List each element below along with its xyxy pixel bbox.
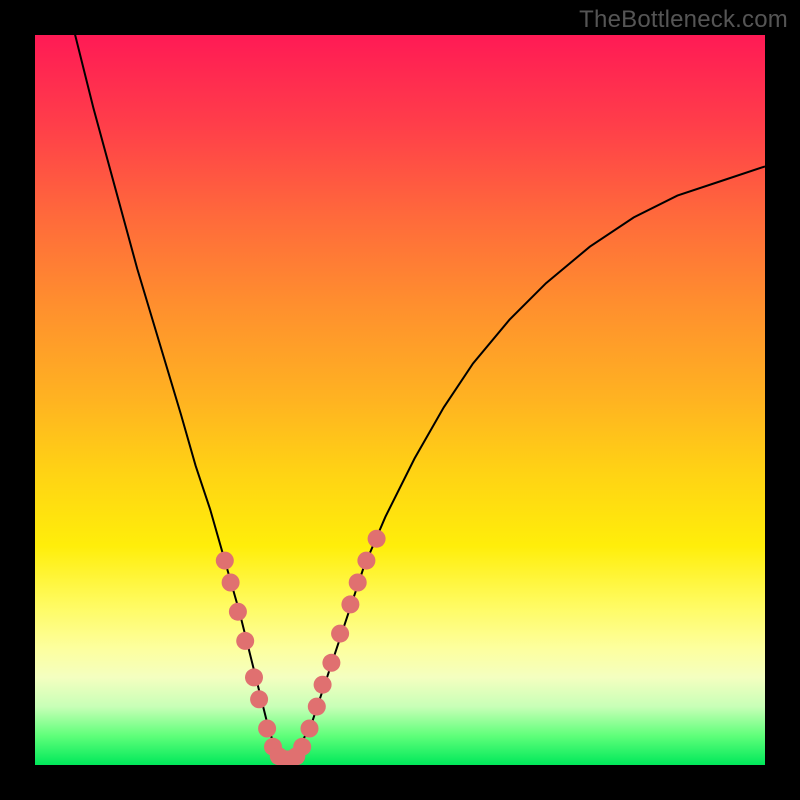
curve-marker xyxy=(258,720,276,738)
curve-marker xyxy=(349,574,367,592)
marker-group xyxy=(216,530,386,765)
curve-marker xyxy=(322,654,340,672)
curve-marker xyxy=(236,632,254,650)
curve-marker xyxy=(222,574,240,592)
attribution-label: TheBottleneck.com xyxy=(579,6,788,34)
curve-marker xyxy=(229,603,247,621)
curve-marker xyxy=(250,690,268,708)
curve-marker xyxy=(331,625,349,643)
curve-marker xyxy=(245,668,263,686)
curve-marker xyxy=(368,530,386,548)
curve-marker xyxy=(314,676,332,694)
curve-marker xyxy=(216,552,234,570)
plot-area xyxy=(35,35,765,765)
chart-svg xyxy=(35,35,765,765)
bottleneck-curve xyxy=(72,35,766,758)
curve-marker xyxy=(301,720,319,738)
curve-marker xyxy=(341,595,359,613)
curve-marker xyxy=(308,698,326,716)
chart-frame: TheBottleneck.com xyxy=(0,0,800,800)
curve-marker xyxy=(357,552,375,570)
curve-marker xyxy=(293,738,311,756)
